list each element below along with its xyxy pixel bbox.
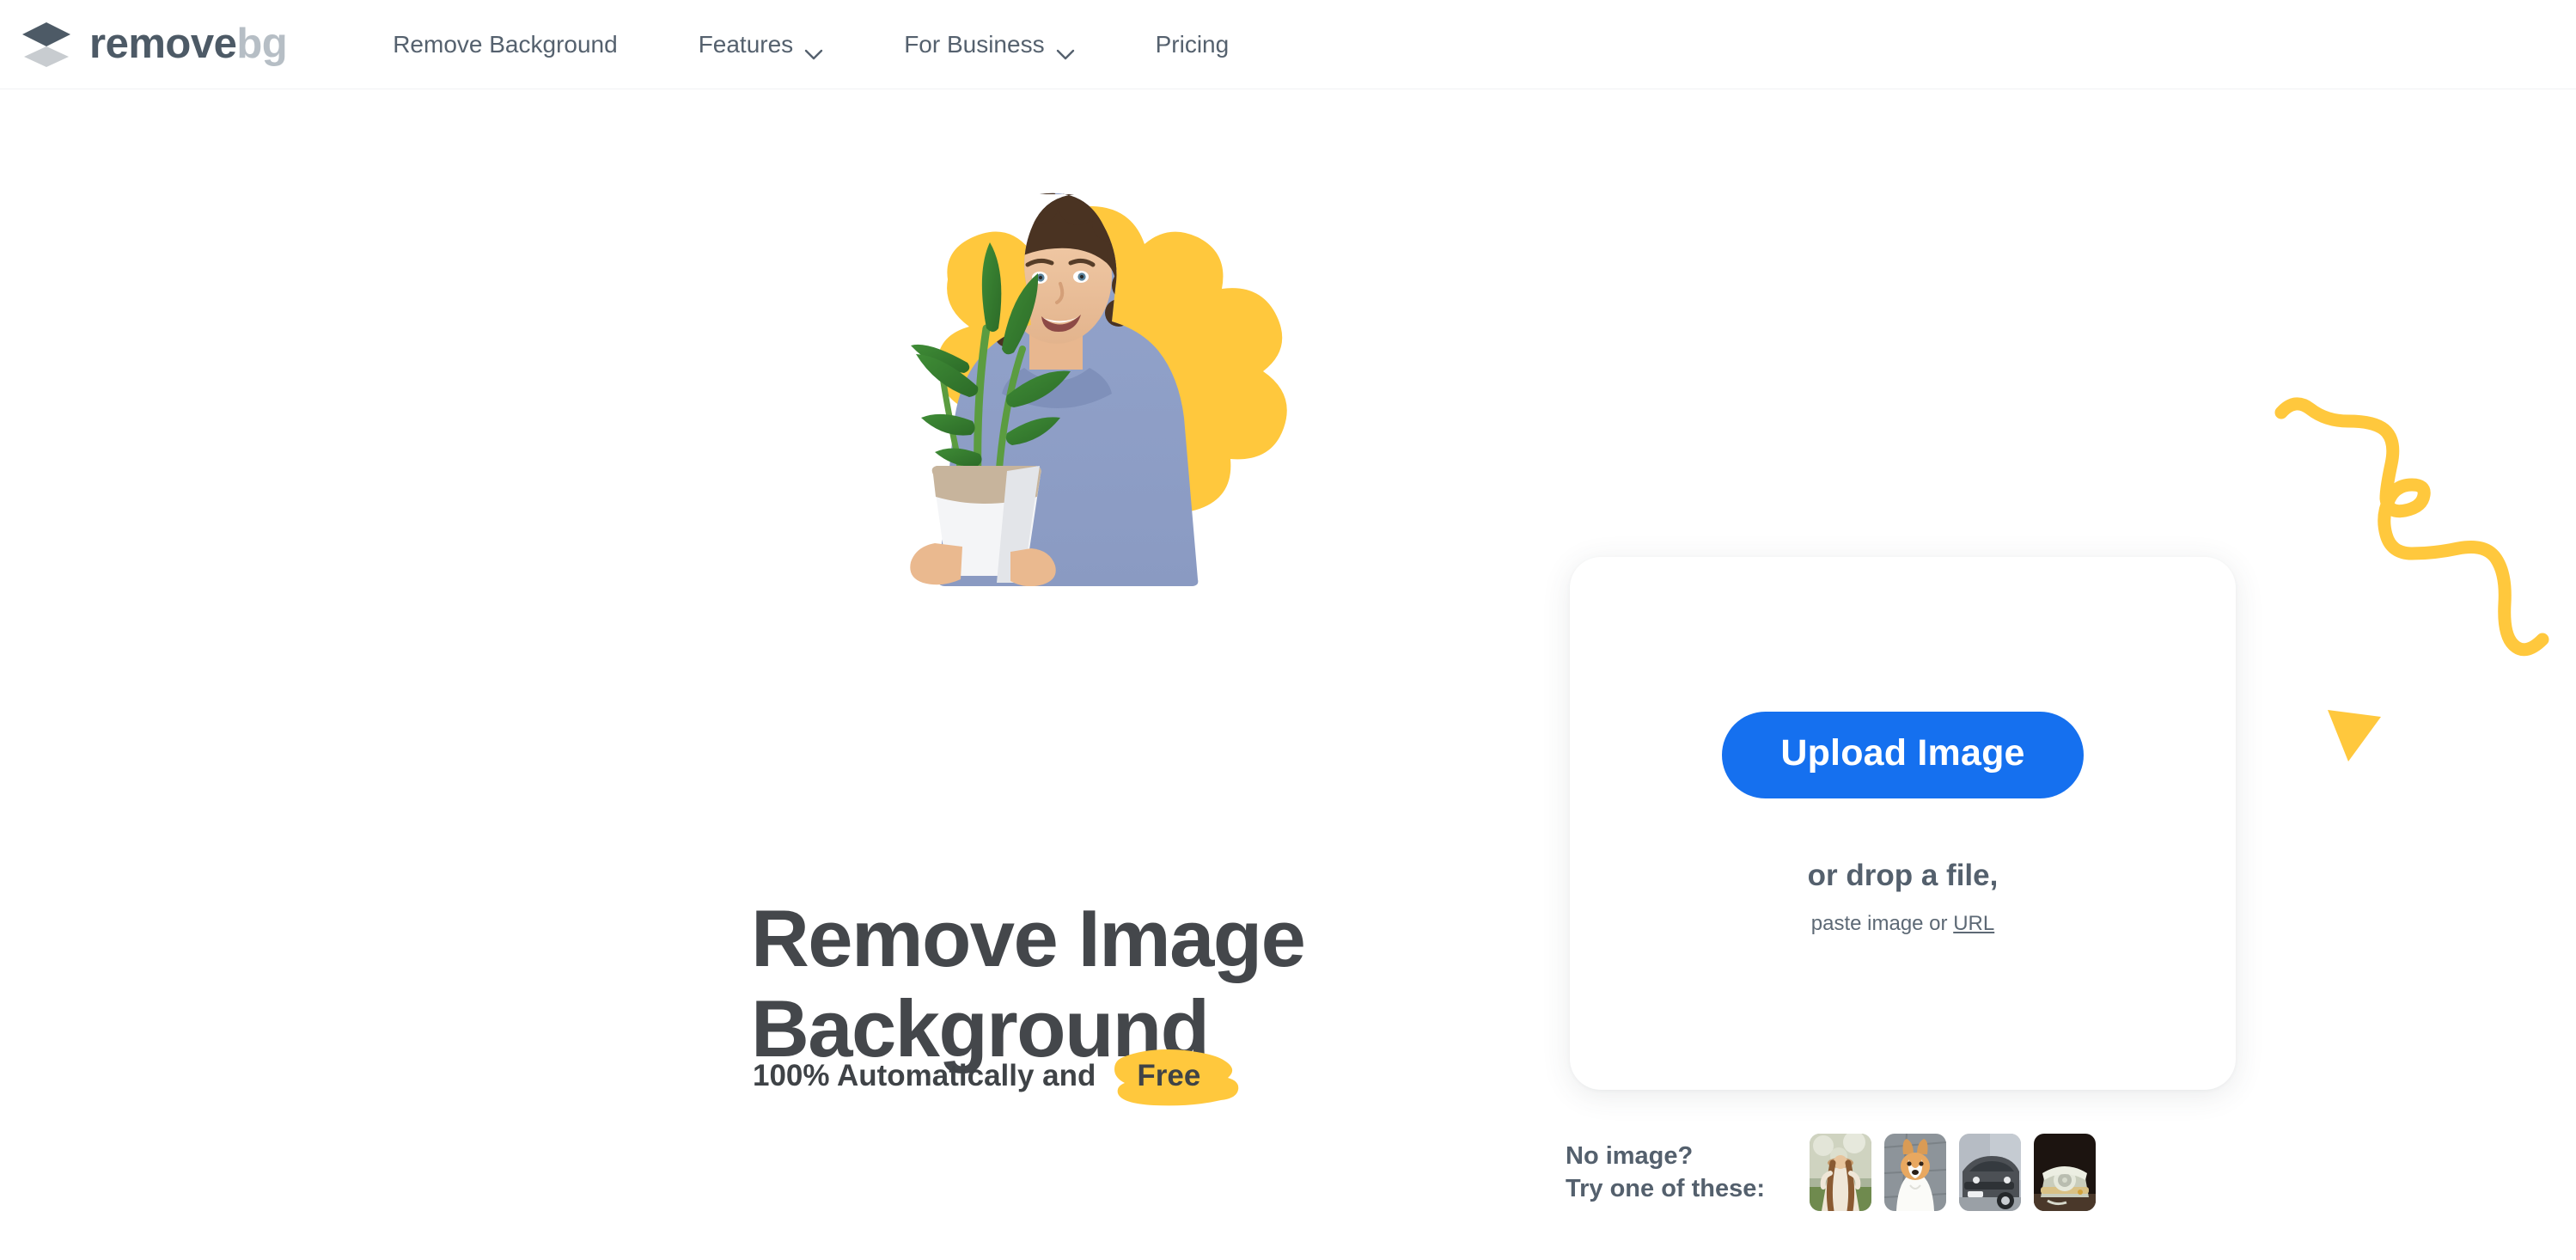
decorative-squiggle — [2273, 373, 2576, 768]
yellow-triangle — [2328, 710, 2381, 762]
samples-label: No image? Try one of these: — [1566, 1140, 1806, 1206]
url-link[interactable]: URL — [1953, 912, 1994, 935]
upload-image-button[interactable]: Upload Image — [1722, 711, 2084, 798]
paste-prefix-label: paste image or — [1810, 911, 1948, 935]
nav-item-for-business[interactable]: For Business — [864, 0, 1114, 89]
free-label: Free — [1137, 1059, 1201, 1092]
brand-name-secondary: bg — [236, 21, 288, 67]
sample-thumb-woman-in-hat[interactable] — [1810, 1134, 1871, 1211]
nav-item-remove-background[interactable]: Remove Background — [352, 0, 657, 89]
subtitle-prefix: 100% Automatically and — [753, 1059, 1096, 1092]
nav-label: For Business — [904, 30, 1045, 58]
samples-label-line-2: Try one of these: — [1566, 1175, 1766, 1202]
sample-thumb-corgi-dog[interactable] — [1884, 1134, 1946, 1211]
brand-name-primary: remove — [89, 21, 237, 67]
layers-diamond-icon — [19, 17, 74, 72]
yellow-squiggle-line — [2274, 397, 2549, 657]
sample-images-section: No image? Try one of these: — [1566, 1134, 2096, 1211]
hero-left-column: Remove Image Background 100% Automatical… — [751, 89, 1593, 1106]
brand-logo-link[interactable]: removebg — [19, 17, 288, 72]
upload-dropzone-card[interactable]: Upload Image or drop a file, paste image… — [1570, 557, 2236, 1090]
nav-label: Pricing — [1155, 30, 1230, 58]
nav-label: Remove Background — [393, 30, 618, 58]
hero-illustration — [782, 191, 1332, 586]
headline-line-1: Remove Image — [751, 893, 1306, 983]
samples-label-line-1: No image? — [1566, 1141, 1694, 1170]
chevron-down-icon — [1056, 39, 1075, 60]
nav-label: Features — [698, 30, 794, 58]
chevron-down-icon — [804, 39, 823, 60]
site-header: removebg Remove Background Features For … — [0, 0, 2576, 89]
free-highlight: Free — [1114, 1049, 1239, 1106]
nav-item-features[interactable]: Features — [658, 0, 864, 89]
hero-subtitle: 100% Automatically and Free — [753, 1049, 1239, 1106]
drop-file-text: or drop a file, — [1807, 858, 1999, 892]
sample-thumbnail-list — [1810, 1134, 2096, 1211]
main-navigation: Remove Background Features For Business … — [352, 0, 1269, 89]
sample-thumb-grey-car[interactable] — [1959, 1134, 2021, 1211]
brand-wordmark: removebg — [89, 21, 288, 67]
paste-url-text: paste image or URL — [1811, 912, 1994, 936]
nav-item-pricing[interactable]: Pricing — [1115, 0, 1270, 89]
hero-stage: Remove Image Background 100% Automatical… — [0, 89, 2576, 1260]
sample-thumb-rotary-telephone[interactable] — [2034, 1134, 2096, 1211]
